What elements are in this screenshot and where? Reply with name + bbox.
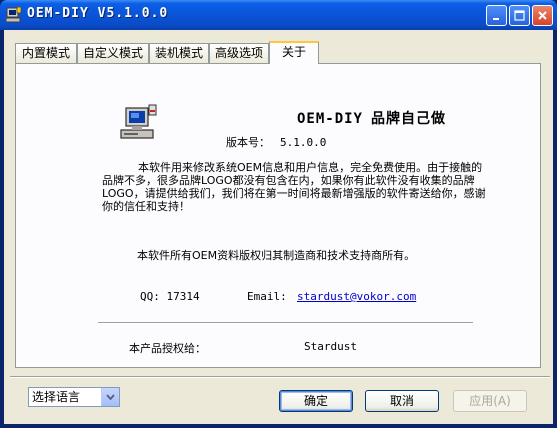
about-panel: OEM-DIY 品牌自己做 版本号： 5.1.0.0 本软件用来修改系统OEM信息和… bbox=[15, 63, 541, 368]
tab-install-mode[interactable]: 装机模式 bbox=[149, 43, 209, 63]
tab-advanced[interactable]: 高级选项 bbox=[209, 43, 269, 63]
tab-custom-mode[interactable]: 自定义模式 bbox=[77, 43, 149, 63]
divider bbox=[98, 322, 473, 324]
license-value: Stardust bbox=[304, 340, 357, 353]
email-label: Email: bbox=[247, 290, 287, 303]
close-icon bbox=[538, 11, 547, 20]
email-link[interactable]: stardust@vokor.com bbox=[297, 290, 416, 303]
tab-label: 高级选项 bbox=[214, 46, 263, 60]
tab-label: 自定义模式 bbox=[82, 46, 143, 60]
email-link-wrap: stardust@vokor.com bbox=[297, 290, 416, 303]
qq-contact: QQ: 17314 bbox=[140, 290, 200, 303]
minimize-button[interactable] bbox=[486, 5, 507, 26]
product-heading: OEM-DIY 品牌自己做 bbox=[16, 108, 446, 128]
maximize-button[interactable] bbox=[509, 5, 530, 26]
tab-builtin-mode[interactable]: 内置模式 bbox=[15, 43, 77, 63]
footer-divider bbox=[10, 376, 550, 378]
apply-button[interactable]: 应用(A) bbox=[453, 390, 527, 412]
tab-about[interactable]: 关于 bbox=[269, 41, 319, 64]
product-name: OEM-DIY bbox=[296, 111, 363, 127]
qq-label: QQ: bbox=[140, 290, 160, 303]
tab-label: 内置模式 bbox=[21, 46, 70, 60]
tab-label: 关于 bbox=[281, 45, 306, 59]
language-dropdown-button[interactable] bbox=[101, 388, 119, 406]
tab-label: 装机模式 bbox=[154, 46, 203, 60]
copyright-text: 本软件所有OEM资料版权归其制造商和技术支持商所有。 bbox=[137, 249, 416, 262]
qq-value: 17314 bbox=[166, 290, 200, 303]
minimize-icon bbox=[492, 17, 499, 20]
window-title: OEM-DIY V5.1.0.0 bbox=[27, 6, 169, 21]
dialog-body: 内置模式 自定义模式 装机模式 高级选项 关于 OEM-DIY 品牌自己做 版本… bbox=[4, 30, 553, 424]
version-label: 版本号： bbox=[226, 136, 270, 149]
language-select[interactable]: 选择语言 bbox=[28, 387, 120, 407]
application-window: OEM-DIY V5.1.0.0 内置模式 自定义模式 装机模式 高级选项 关于 bbox=[0, 0, 557, 428]
app-icon bbox=[5, 6, 22, 23]
maximize-icon bbox=[514, 10, 525, 21]
cancel-button[interactable]: 取消 bbox=[365, 390, 439, 412]
ok-button[interactable]: 确定 bbox=[279, 390, 353, 412]
product-slogan: 品牌自己做 bbox=[371, 111, 446, 127]
version-value: 5.1.0.0 bbox=[280, 136, 327, 149]
close-button[interactable] bbox=[532, 5, 553, 26]
language-select-value: 选择语言 bbox=[32, 390, 81, 404]
version-row: 版本号： 5.1.0.0 bbox=[226, 134, 326, 150]
chevron-down-icon bbox=[106, 394, 115, 400]
title-bar[interactable]: OEM-DIY V5.1.0.0 bbox=[0, 0, 557, 30]
email-contact: Email: bbox=[247, 290, 287, 303]
description-text: 本软件用来修改系统OEM信息和用户信息，完全免费使用。由于接触的品牌不多，很多品… bbox=[102, 161, 486, 213]
license-label: 本产品授权给： bbox=[129, 342, 206, 355]
